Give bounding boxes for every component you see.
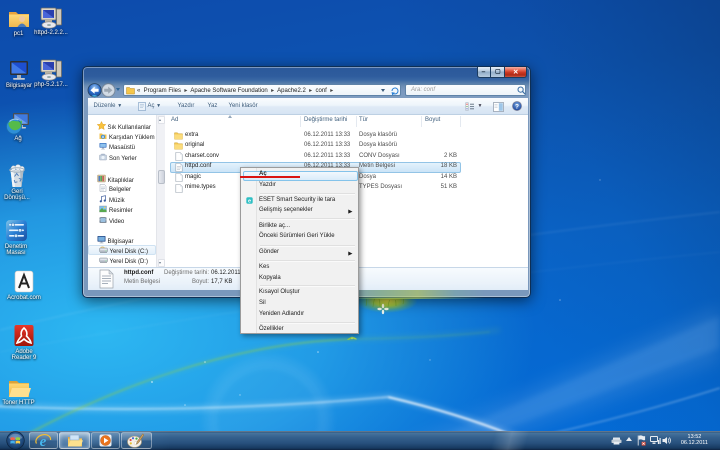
svg-text:e: e (40, 434, 47, 449)
svg-text:e: e (247, 198, 250, 204)
svg-text:?: ? (515, 103, 519, 110)
